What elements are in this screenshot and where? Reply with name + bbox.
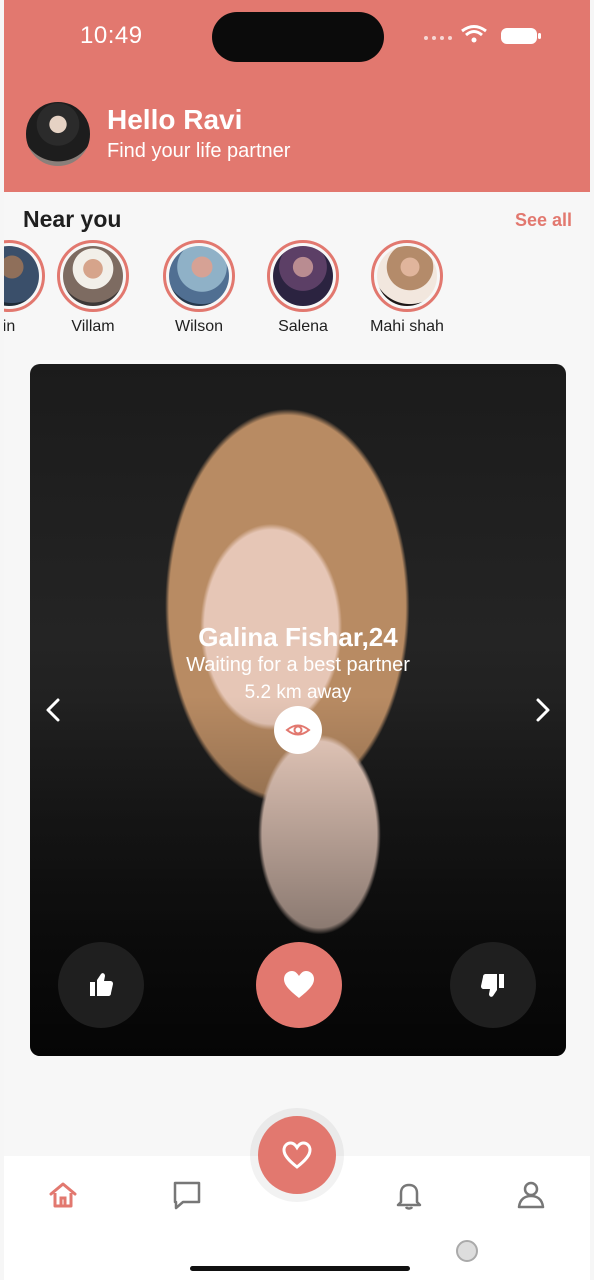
near-avatar-image [63, 246, 123, 306]
near-avatar-image [273, 246, 333, 306]
status-time: 10:49 [80, 22, 143, 49]
near-avatar-ring [4, 240, 45, 312]
eye-icon [285, 724, 311, 736]
notch [212, 12, 384, 62]
thumbs-down-icon [481, 974, 504, 997]
dislike-button[interactable] [450, 942, 536, 1028]
heart-outline-icon [282, 1141, 312, 1169]
center-heart-button[interactable] [258, 1116, 336, 1194]
greeting-subtitle: Find your life partner [107, 140, 291, 162]
profile-name-age: Galina Fishar,24 [198, 622, 398, 652]
user-avatar[interactable] [24, 100, 92, 168]
thumbs-up-icon [90, 973, 113, 996]
wifi-icon [461, 25, 487, 43]
accessibility-helper-icon[interactable] [456, 1240, 478, 1262]
bell-icon[interactable] [392, 1178, 426, 1212]
greeting-title: Hello Ravi [107, 104, 243, 135]
favorite-button[interactable] [256, 942, 342, 1028]
near-avatar-image [169, 246, 229, 306]
near-avatar-ring [371, 240, 443, 312]
near-you-carousel[interactable]: in Villam Wilson Salena Mahi shah [4, 240, 590, 350]
signal-dots [424, 36, 452, 40]
near-user-name: Mahi shah [370, 318, 444, 335]
near-user-partial[interactable]: in [4, 240, 54, 336]
near-user-name: in [4, 318, 16, 335]
profile-icon[interactable] [514, 1178, 548, 1212]
home-indicator [190, 1266, 410, 1271]
near-avatar-ring [267, 240, 339, 312]
chat-icon[interactable] [170, 1178, 204, 1212]
near-user-mahi-shah[interactable]: Mahi shah [362, 240, 452, 336]
near-user-name: Wilson [174, 318, 223, 335]
profile-card[interactable]: Galina Fishar,24 Waiting for a best part… [30, 364, 566, 1056]
app-screen: 10:49 Hello Ravi Find your life partner … [4, 0, 590, 1280]
like-button[interactable] [58, 942, 144, 1028]
near-avatar-ring [163, 240, 235, 312]
near-avatar-ring [57, 240, 129, 312]
near-avatar-image [4, 246, 39, 306]
near-you-title: Near you [23, 206, 122, 232]
app-header: 10:49 Hello Ravi Find your life partner [4, 0, 590, 192]
near-user-salena[interactable]: Salena [258, 240, 348, 336]
profile-distance: 5.2 km away [244, 682, 352, 703]
see-all-link[interactable]: See all [515, 210, 572, 231]
view-profile-button[interactable] [274, 706, 322, 754]
near-user-name: Villam [71, 318, 115, 335]
near-user-name: Salena [278, 318, 328, 335]
home-icon[interactable] [46, 1178, 80, 1212]
battery-icon [501, 28, 541, 44]
near-avatar-image [377, 246, 437, 306]
profile-tagline: Waiting for a best partner [186, 654, 410, 676]
heart-icon [284, 971, 314, 998]
near-user-villam[interactable]: Villam [48, 240, 138, 336]
near-user-wilson[interactable]: Wilson [154, 240, 244, 336]
